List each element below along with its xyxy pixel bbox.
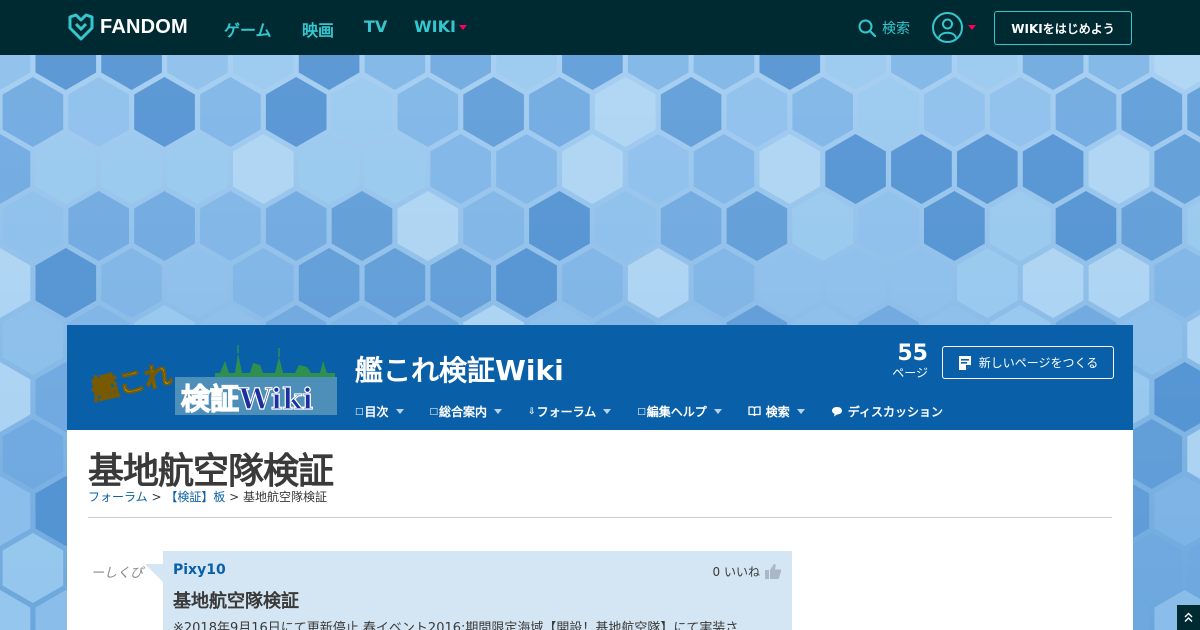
nav-link-tv[interactable]: TV [364, 17, 387, 36]
double-chevron-up-icon [1184, 612, 1193, 622]
nav-link-games[interactable]: ゲーム [224, 17, 272, 41]
page-title: 基地航空隊検証 [88, 451, 334, 492]
forum-icon: ⇩ [528, 406, 536, 417]
doc-icon: □ [637, 406, 646, 417]
wiki-logo-line1: 艦これ [89, 359, 175, 407]
nav-link-movies[interactable]: 映画 [302, 17, 334, 41]
post-likes[interactable]: 0 いいね [713, 563, 782, 580]
wiki-nav-search-label: 検索 [765, 405, 790, 419]
chevron-down-icon [603, 409, 612, 414]
wiki-logo-line2: 検証Wiki [181, 382, 313, 415]
page-count: 55 ページ [892, 341, 928, 381]
global-search[interactable]: 検索 [858, 18, 910, 38]
chevron-down-icon [494, 409, 503, 414]
new-page-label: 新しいページをつくる [978, 356, 1099, 370]
search-icon [858, 19, 876, 37]
likes-count: 0 いいね [712, 565, 760, 579]
wiki-title[interactable]: 艦これ検証Wiki [355, 349, 564, 389]
breadcrumb-separator: > [225, 490, 244, 504]
book-icon [748, 406, 761, 417]
wiki-navigation: □ 目次 □ 総合案内 ⇩ フォーラム □ 編集ヘルプ 検索 ディスカッション [355, 403, 969, 420]
chevron-down-icon [796, 409, 805, 414]
page-content: 基地航空隊検証 フォーラム > 【検証】板 > 基地航空隊検証 ーしくぴ Pix… [67, 430, 1133, 630]
wiki-nav-guide-label: 総合案内 [439, 405, 488, 419]
thumbs-up-icon [765, 564, 782, 579]
wiki-nav-discussions-label: ディスカッション [847, 405, 943, 419]
breadcrumb-forum-link[interactable]: フォーラム [88, 490, 148, 504]
wiki-nav-edit-help-label: 編集ヘルプ [646, 405, 707, 419]
user-avatar-icon[interactable] [932, 12, 963, 43]
wiki-nav-search[interactable]: 検索 [748, 403, 805, 420]
chat-bubble-icon [831, 407, 842, 417]
breadcrumb: フォーラム > 【検証】板 > 基地航空隊検証 [88, 488, 327, 505]
fandom-logo[interactable]: FANDOM [67, 12, 188, 42]
breadcrumb-current: 基地航空隊検証 [243, 490, 328, 504]
breadcrumb-separator: > [147, 490, 166, 504]
account-chevron-down-icon[interactable] [968, 25, 976, 30]
fandom-heart-icon [68, 13, 94, 41]
forum-post: Pixy10 0 いいね 基地航空隊検証 ※2018年9月16日にて更新停止 春… [163, 551, 792, 630]
post-speech-arrow [145, 564, 163, 582]
start-wiki-button[interactable]: WIKIをはじめよう [994, 11, 1132, 45]
wiki-nav-guide[interactable]: □ 総合案内 [430, 403, 503, 420]
wiki-nav-discussions[interactable]: ディスカッション [831, 403, 943, 420]
doc-icon: □ [429, 406, 439, 417]
wiki-nav-forum-label: フォーラム [536, 405, 597, 419]
chevron-down-icon [458, 25, 467, 30]
chevron-down-icon [713, 409, 722, 414]
new-page-button[interactable]: 新しいページをつくる [942, 346, 1114, 379]
post-body: ※2018年9月16日にて更新停止 春イベント2016:期間限定海域【開設！基地… [173, 621, 739, 630]
breadcrumb-board-link[interactable]: 【検証】板 [165, 490, 225, 504]
post-username-link[interactable]: Pixy10 [173, 562, 226, 578]
wiki-nav-edit-help[interactable]: □ 編集ヘルプ [637, 403, 722, 420]
wiki-nav-forum[interactable]: ⇩ フォーラム [528, 403, 612, 420]
nav-link-wiki[interactable]: WIKI [414, 17, 467, 36]
wiki-header: 艦これ 検証Wiki 艦これ検証Wiki 55 ページ 新しいページをつくる □… [67, 325, 1133, 430]
scroll-to-top-button[interactable] [1177, 605, 1200, 630]
user-signature-image[interactable]: ーしくぴ [91, 562, 143, 581]
search-label: 検索 [882, 21, 910, 37]
page-count-label: ページ [892, 366, 928, 380]
divider [88, 517, 1112, 518]
page-count-number: 55 [897, 341, 928, 366]
global-navigation: FANDOM ゲーム 映画 TV WIKI 検索 WIKIをはじめよう [0, 0, 1200, 55]
doc-icon: □ [355, 406, 364, 417]
wiki-logo[interactable]: 艦これ 検証Wiki [85, 343, 337, 417]
fandom-logo-text: FANDOM [100, 15, 188, 38]
chevron-down-icon [395, 409, 404, 414]
wiki-nav-contents[interactable]: □ 目次 [355, 403, 404, 420]
post-title[interactable]: 基地航空隊検証 [173, 587, 299, 613]
new-page-icon [958, 355, 971, 370]
wiki-nav-contents-label: 目次 [364, 405, 389, 419]
nav-link-wiki-label: WIKI [414, 17, 456, 36]
